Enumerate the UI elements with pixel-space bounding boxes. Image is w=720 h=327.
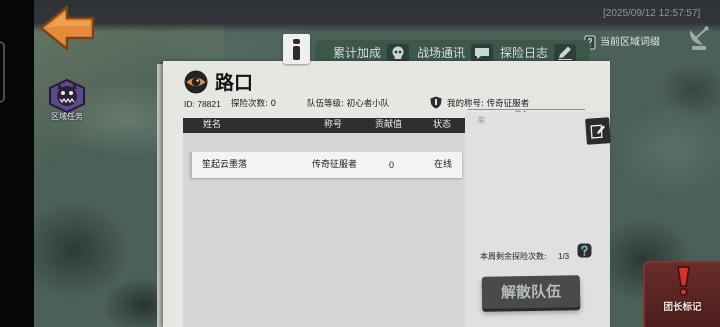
members-table-header: 姓名 称号 贡献值 状态 (183, 118, 465, 133)
table-row[interactable]: 笙起云墨落 传奇征服者 0 在线 (190, 152, 462, 178)
member-contribution: 0 (389, 160, 395, 170)
info-bar (293, 46, 300, 60)
team-id: ID: 78821 (184, 99, 221, 109)
leader-mark-button[interactable]: 团长标记 (643, 261, 720, 327)
member-name: 笙起云墨落 (202, 160, 248, 170)
intro-text: 来 (477, 116, 485, 125)
team-intro-pane: 来 本周剩余探险次数: 1/3 解散队伍 (465, 112, 611, 327)
team-name: 路口 (215, 72, 254, 94)
disband-team-button[interactable]: 解散队伍 (481, 275, 581, 309)
member-status: 在线 (434, 160, 453, 170)
skull-icon (387, 44, 410, 62)
pen-icon (554, 44, 577, 62)
info-dot (293, 39, 300, 44)
back-arrow-icon (39, 5, 95, 51)
team-level: 队伍等级: 初心者小队 (307, 99, 390, 109)
column-header-contribution: 贡献值 (375, 120, 403, 130)
region-affix-button[interactable]: 当前区域词缀 (584, 34, 668, 52)
region-affix-label: 当前区域词缀 (600, 37, 660, 48)
column-header-name: 姓名 (203, 120, 222, 130)
region-task-button[interactable]: 区域任务 (46, 79, 88, 125)
back-button[interactable] (38, 4, 96, 52)
chat-bubble-icon (471, 44, 494, 62)
team-panel: 路口 ID: 78821 探险次数: 0 队伍等级: 初心者小队 我的称号: 传… (163, 61, 611, 327)
red-exclamation-icon (677, 266, 690, 297)
help-icon[interactable] (577, 243, 592, 258)
member-title: 传奇征服者 (312, 160, 358, 170)
team-expedition-count: 探险次数: 0 (231, 99, 276, 109)
edit-pencil-icon (590, 124, 606, 139)
weekly-expeditions-label: 本周剩余探险次数: (480, 252, 547, 261)
region-task-label: 区域任务 (51, 112, 83, 121)
timestamp: [2025/09/12 12:57:57] (603, 8, 701, 19)
members-table-body: 笙起云墨落 传奇征服者 0 在线 (183, 133, 465, 327)
region-task-monster-icon (49, 79, 85, 113)
weekly-expeditions-value: 1/3 (558, 252, 570, 261)
title-shield-icon (430, 96, 442, 109)
satellite-dish-icon[interactable] (684, 24, 714, 52)
eye-emblem-icon (184, 70, 208, 94)
info-bookmark-icon[interactable] (283, 34, 310, 64)
column-header-status: 状态 (433, 120, 452, 130)
screen-edge (0, 0, 34, 327)
column-header-title: 称号 (324, 120, 343, 130)
edit-intro-button[interactable] (585, 117, 611, 145)
device-bezel (0, 41, 5, 103)
leader-mark-label: 团长标记 (663, 302, 702, 313)
